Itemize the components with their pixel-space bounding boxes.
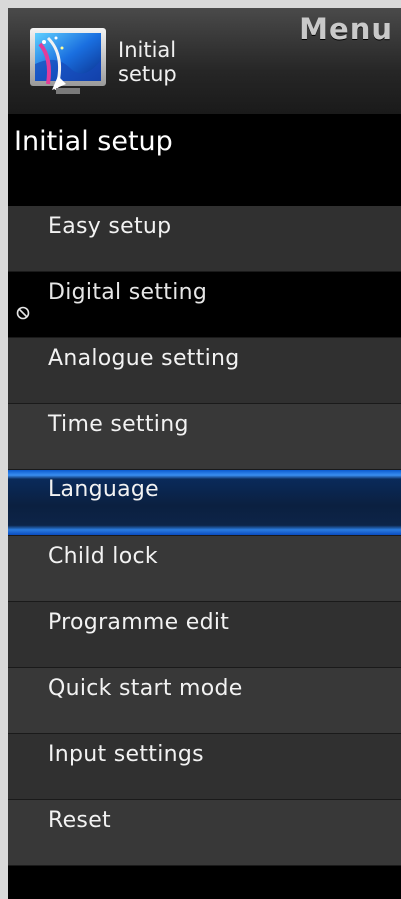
prohibited-icon <box>16 305 30 320</box>
menu-item-label: Analogue setting <box>48 346 240 371</box>
menu-items: Easy setup Digital setting Analogue sett… <box>8 206 401 866</box>
header-caption-line1: Initial <box>118 38 177 62</box>
menu-footer <box>8 866 401 899</box>
menu-item-time-setting[interactable]: Time setting <box>8 404 401 470</box>
initial-setup-tv-icon <box>26 24 110 100</box>
menu-title: Menu <box>299 12 393 46</box>
menu-header: Initial setup Menu <box>8 8 401 114</box>
section-title-label: Initial setup <box>14 126 173 157</box>
menu-item-label: Easy setup <box>48 214 172 239</box>
menu-item-label: Quick start mode <box>48 676 243 701</box>
menu-item-analogue-setting[interactable]: Analogue setting <box>8 338 401 404</box>
section-title: Initial setup <box>8 114 401 206</box>
menu-item-label: Input settings <box>48 742 204 767</box>
menu-item-child-lock[interactable]: Child lock <box>8 536 401 602</box>
menu-item-language[interactable]: Language <box>8 470 401 536</box>
menu-item-easy-setup[interactable]: Easy setup <box>8 206 401 272</box>
menu-item-label: Time setting <box>48 412 189 437</box>
menu-item-label: Child lock <box>48 544 158 569</box>
menu-item-digital-setting: Digital setting <box>8 272 401 338</box>
menu-item-quick-start-mode[interactable]: Quick start mode <box>8 668 401 734</box>
menu-item-label: Digital setting <box>48 280 208 305</box>
header-caption: Initial setup <box>118 38 177 86</box>
header-caption-line2: setup <box>118 62 177 86</box>
menu-panel: Initial setup Menu Initial setup Easy se… <box>8 8 401 899</box>
menu-item-reset[interactable]: Reset <box>8 800 401 866</box>
menu-item-label: Reset <box>48 808 111 833</box>
menu-item-input-settings[interactable]: Input settings <box>8 734 401 800</box>
menu-item-label: Programme edit <box>48 610 230 635</box>
menu-item-programme-edit[interactable]: Programme edit <box>8 602 401 668</box>
menu-item-label: Language <box>48 477 159 502</box>
